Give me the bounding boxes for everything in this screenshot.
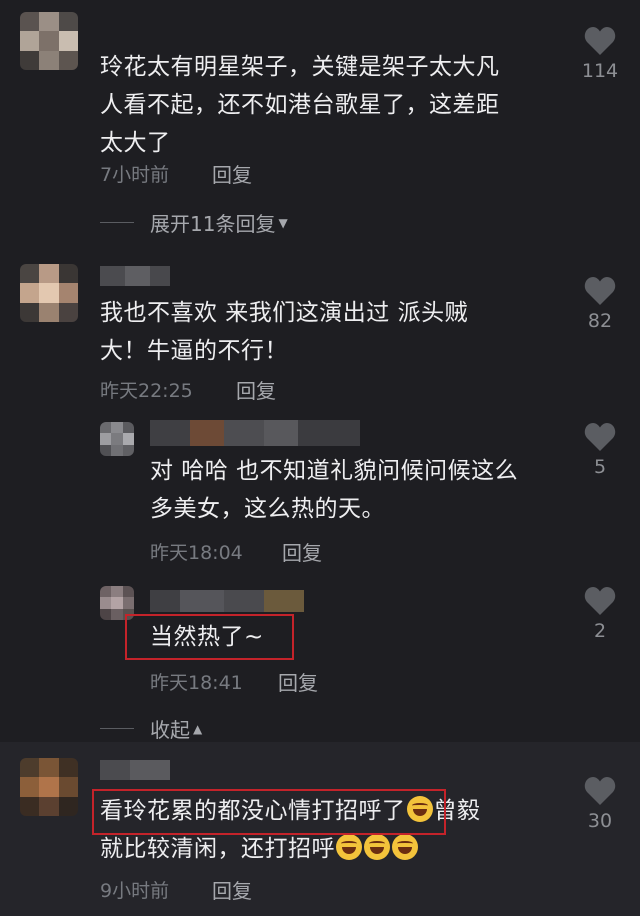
- rofl-emoji-icon: [336, 834, 362, 860]
- heart-icon: [584, 587, 616, 615]
- comment-timestamp: 昨天22:25: [100, 380, 193, 402]
- comment-timestamp: 9小时前: [100, 880, 170, 902]
- like-count: 5: [593, 456, 607, 478]
- collapse-replies-button[interactable]: 收起 ▲: [100, 714, 202, 743]
- like-button[interactable]: 82: [570, 276, 630, 332]
- heart-icon: [584, 423, 616, 451]
- comment-text: 我也不喜欢 来我们这演出过 派头贼 大！牛逼的不行！: [100, 300, 469, 364]
- reply-button[interactable]: 回复: [278, 667, 318, 696]
- avatar[interactable]: [20, 264, 78, 322]
- expand-replies-button[interactable]: 展开11条回复 ▼: [100, 208, 288, 237]
- reply-button[interactable]: 回复: [212, 875, 252, 904]
- highlight-box: [92, 789, 446, 835]
- expand-replies-label: 展开11条回复: [150, 212, 276, 236]
- like-count: 2: [593, 620, 607, 642]
- reply-button[interactable]: 回复: [212, 159, 252, 188]
- like-button[interactable]: 30: [570, 776, 630, 832]
- like-count: 114: [581, 60, 619, 82]
- heart-icon: [584, 777, 616, 805]
- avatar[interactable]: [20, 12, 78, 70]
- caret-up-icon: ▲: [193, 721, 203, 736]
- reply-button[interactable]: 回复: [282, 537, 322, 566]
- username-blurred[interactable]: [100, 760, 170, 780]
- like-button[interactable]: 2: [570, 586, 630, 642]
- reply-timestamp: 昨天18:41: [150, 672, 243, 694]
- divider-line: [100, 222, 134, 223]
- comment-timestamp: 7小时前: [100, 164, 170, 186]
- like-button[interactable]: 114: [570, 26, 630, 82]
- avatar[interactable]: [20, 758, 78, 816]
- rofl-emoji-icon: [392, 834, 418, 860]
- like-button[interactable]: 5: [570, 422, 630, 478]
- heart-icon: [584, 277, 616, 305]
- reply-text: 对 哈哈 也不知道礼貌问候问候这么 多美女，这么热的天。: [150, 458, 519, 522]
- caret-down-icon: ▼: [278, 215, 288, 230]
- reply-timestamp: 昨天18:04: [150, 542, 243, 564]
- reply-avatar[interactable]: [100, 422, 134, 456]
- reply-username-blurred[interactable]: [150, 590, 304, 612]
- highlight-box: [125, 614, 294, 660]
- rofl-emoji-icon: [364, 834, 390, 860]
- comment-text: 玲花太有明星架子，关键是架子太大凡 人看不起，还不如港台歌星了，这差距 太大了: [100, 54, 500, 156]
- reply-username-blurred[interactable]: [150, 420, 360, 446]
- reply-button[interactable]: 回复: [236, 375, 276, 404]
- collapse-replies-label: 收起: [150, 718, 190, 742]
- divider-line: [100, 728, 134, 729]
- like-count: 82: [587, 310, 613, 332]
- username-blurred[interactable]: [100, 266, 170, 286]
- heart-icon: [584, 27, 616, 55]
- like-count: 30: [587, 810, 613, 832]
